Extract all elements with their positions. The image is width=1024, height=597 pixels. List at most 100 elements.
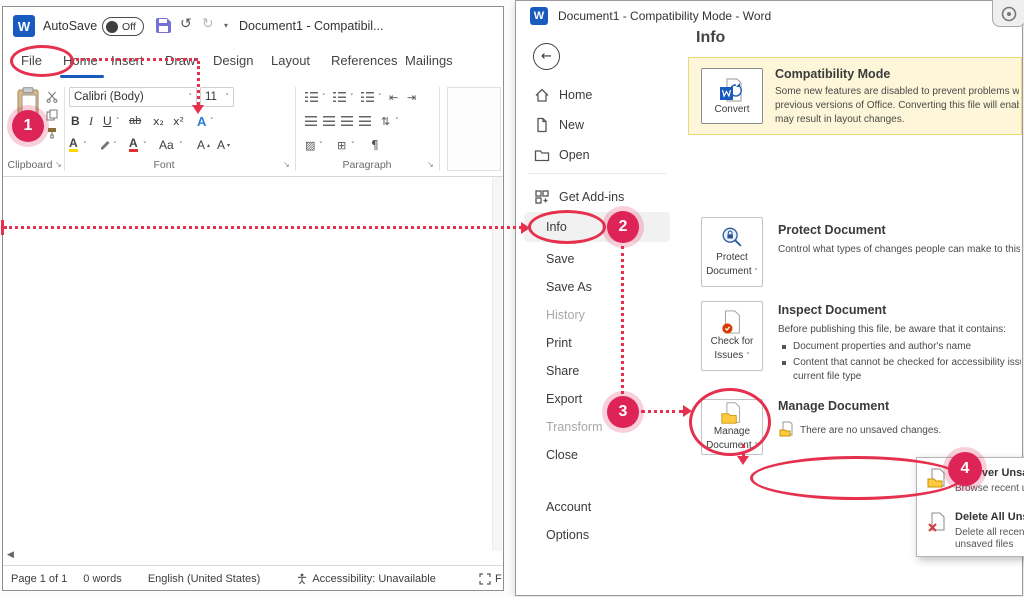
arrow-down-icon bbox=[192, 105, 204, 114]
align-center-button[interactable] bbox=[323, 111, 335, 131]
bullet-icon bbox=[782, 345, 786, 349]
menu-item-delete-unsaved[interactable]: Delete All Unsaved Documents Delete all … bbox=[917, 506, 1024, 556]
justify-button[interactable] bbox=[359, 111, 371, 131]
arrow-down-icon bbox=[737, 456, 749, 465]
page-title: Info bbox=[696, 29, 725, 47]
text-effects-chevron-down-icon[interactable]: ˅ bbox=[210, 117, 214, 125]
numbering-chevron-down-icon[interactable]: ˅ bbox=[350, 93, 354, 101]
step-badge-2: 2 bbox=[607, 211, 639, 243]
styles-gallery-partial[interactable] bbox=[447, 87, 501, 171]
change-case-button[interactable]: Aa bbox=[159, 135, 174, 155]
tab-mailings[interactable]: Mailings bbox=[405, 53, 453, 68]
font-color-button[interactable]: A bbox=[129, 137, 138, 152]
inspect-bullet2-line1: Content that cannot be checked for acces… bbox=[793, 357, 1021, 368]
sidebar-item-info[interactable]: Info bbox=[516, 213, 676, 241]
underline-chevron-down-icon[interactable]: ˅ bbox=[116, 117, 120, 125]
sidebar-item-print[interactable]: Print bbox=[516, 329, 676, 357]
bullets-button[interactable] bbox=[305, 87, 318, 107]
italic-button[interactable]: I bbox=[89, 111, 93, 131]
back-button[interactable]: ← bbox=[533, 43, 560, 70]
ink-pen-icon[interactable] bbox=[99, 137, 111, 155]
font-size-combo[interactable]: 11˅ bbox=[200, 87, 234, 107]
tab-layout[interactable]: Layout bbox=[271, 53, 310, 68]
paragraph-dialog-launcher-icon[interactable]: ↘ bbox=[427, 160, 434, 169]
bold-button[interactable]: B bbox=[71, 111, 80, 131]
shrink-font-button[interactable]: A▾ bbox=[217, 135, 230, 155]
protect-body: Control what types of changes people can… bbox=[778, 244, 1020, 255]
sidebar-item-save-as[interactable]: Save As bbox=[516, 273, 676, 301]
clipboard-group-label: Clipboard bbox=[3, 159, 57, 171]
accessibility-status[interactable]: Accessibility: Unavailable bbox=[296, 573, 436, 585]
save-icon[interactable] bbox=[155, 17, 172, 39]
inspect-intro: Before publishing this file, be aware th… bbox=[778, 324, 1020, 335]
vertical-scrollbar[interactable] bbox=[492, 177, 502, 551]
clipboard-dialog-launcher-icon[interactable]: ↘ bbox=[55, 160, 62, 169]
font-dialog-launcher-icon[interactable]: ↘ bbox=[283, 160, 290, 169]
shading-chevron-down-icon[interactable]: ˅ bbox=[319, 141, 323, 149]
tab-design[interactable]: Design bbox=[213, 53, 253, 68]
align-right-button[interactable] bbox=[341, 111, 353, 131]
qat-chevron-down-icon[interactable]: ▾ bbox=[224, 21, 228, 30]
align-left-button[interactable] bbox=[305, 111, 317, 131]
sidebar-item-account[interactable]: Account bbox=[516, 493, 676, 521]
numbering-button[interactable] bbox=[333, 87, 346, 107]
cut-icon[interactable] bbox=[46, 90, 58, 108]
word-count[interactable]: 0 words bbox=[83, 573, 122, 585]
manage-document-button[interactable]: Manage Document ˅ bbox=[701, 399, 763, 455]
pen-chevron-down-icon[interactable]: ˅ bbox=[113, 141, 117, 149]
sidebar-item-options[interactable]: Options bbox=[516, 521, 676, 549]
grow-font-button[interactable]: A▴ bbox=[197, 135, 210, 155]
strikethrough-button[interactable]: ab bbox=[129, 111, 141, 131]
undo-icon[interactable]: ↺ bbox=[180, 16, 192, 32]
increase-indent-icon[interactable]: ⇥ bbox=[407, 87, 416, 107]
protect-document-button[interactable]: Protect Document ˅ bbox=[701, 217, 763, 287]
sidebar-item-share[interactable]: Share bbox=[516, 357, 676, 385]
sidebar-item-transform: Transform bbox=[516, 413, 676, 441]
language-status[interactable]: English (United States) bbox=[148, 573, 261, 585]
multilevel-chevron-down-icon[interactable]: ˅ bbox=[378, 93, 382, 101]
line-spacing-chevron-down-icon[interactable]: ˅ bbox=[395, 117, 399, 125]
inspect-document-icon bbox=[720, 310, 744, 334]
line-spacing-icon[interactable]: ⇅ bbox=[381, 111, 390, 131]
sidebar-item-history: History bbox=[516, 301, 676, 329]
copy-icon[interactable] bbox=[46, 108, 58, 126]
subscript-button[interactable]: x₂ bbox=[153, 111, 164, 131]
sidebar-item-home[interactable]: Home bbox=[516, 81, 676, 109]
change-case-chevron-down-icon[interactable]: ˅ bbox=[179, 141, 183, 149]
highlight-color-button[interactable]: A bbox=[69, 137, 78, 152]
check-for-issues-button[interactable]: Check for Issues ˅ bbox=[701, 301, 763, 371]
document-canvas[interactable] bbox=[3, 177, 503, 551]
sidebar-item-close[interactable]: Close bbox=[516, 441, 676, 469]
page-count[interactable]: Page 1 of 1 bbox=[11, 573, 67, 585]
sidebar-item-get-addins[interactable]: Get Add-ins bbox=[516, 183, 676, 211]
highlight-chevron-down-icon[interactable]: ˅ bbox=[83, 141, 87, 149]
focus-button-partial[interactable]: F bbox=[479, 573, 502, 585]
sidebar-item-open[interactable]: Open bbox=[516, 141, 676, 169]
hscroll-left-arrow-icon[interactable]: ◀ bbox=[7, 550, 14, 560]
home-icon bbox=[534, 87, 550, 103]
autosave-toggle[interactable]: Off bbox=[102, 17, 144, 36]
superscript-button[interactable]: x² bbox=[173, 111, 184, 131]
borders-chevron-down-icon[interactable]: ˅ bbox=[351, 141, 355, 149]
toggle-knob-icon bbox=[106, 21, 118, 33]
decrease-indent-icon[interactable]: ⇤ bbox=[389, 87, 398, 107]
group-divider bbox=[439, 87, 440, 171]
font-color-chevron-down-icon[interactable]: ˅ bbox=[143, 141, 147, 149]
manage-heading: Manage Document bbox=[778, 399, 889, 413]
multilevel-list-button[interactable] bbox=[361, 87, 374, 107]
sidebar-item-export[interactable]: Export bbox=[516, 385, 676, 413]
connector-start-tick bbox=[1, 220, 4, 235]
pilcrow-icon[interactable]: ¶ bbox=[371, 135, 379, 155]
tab-references[interactable]: References bbox=[331, 53, 397, 68]
text-effects-button[interactable]: A bbox=[197, 111, 206, 131]
bullets-chevron-down-icon[interactable]: ˅ bbox=[322, 93, 326, 101]
tab-file[interactable]: File bbox=[21, 53, 42, 68]
borders-icon[interactable]: ⊞ bbox=[337, 135, 346, 155]
underline-button[interactable]: U bbox=[103, 111, 112, 131]
shading-icon[interactable]: ▨ bbox=[305, 135, 315, 155]
font-name-combo[interactable]: Calibri (Body)˅ bbox=[69, 87, 197, 107]
sidebar-item-new[interactable]: New bbox=[516, 111, 676, 139]
convert-button[interactable]: Convert bbox=[701, 68, 763, 124]
format-painter-icon[interactable] bbox=[46, 126, 58, 144]
sidebar-item-save[interactable]: Save bbox=[516, 245, 676, 273]
